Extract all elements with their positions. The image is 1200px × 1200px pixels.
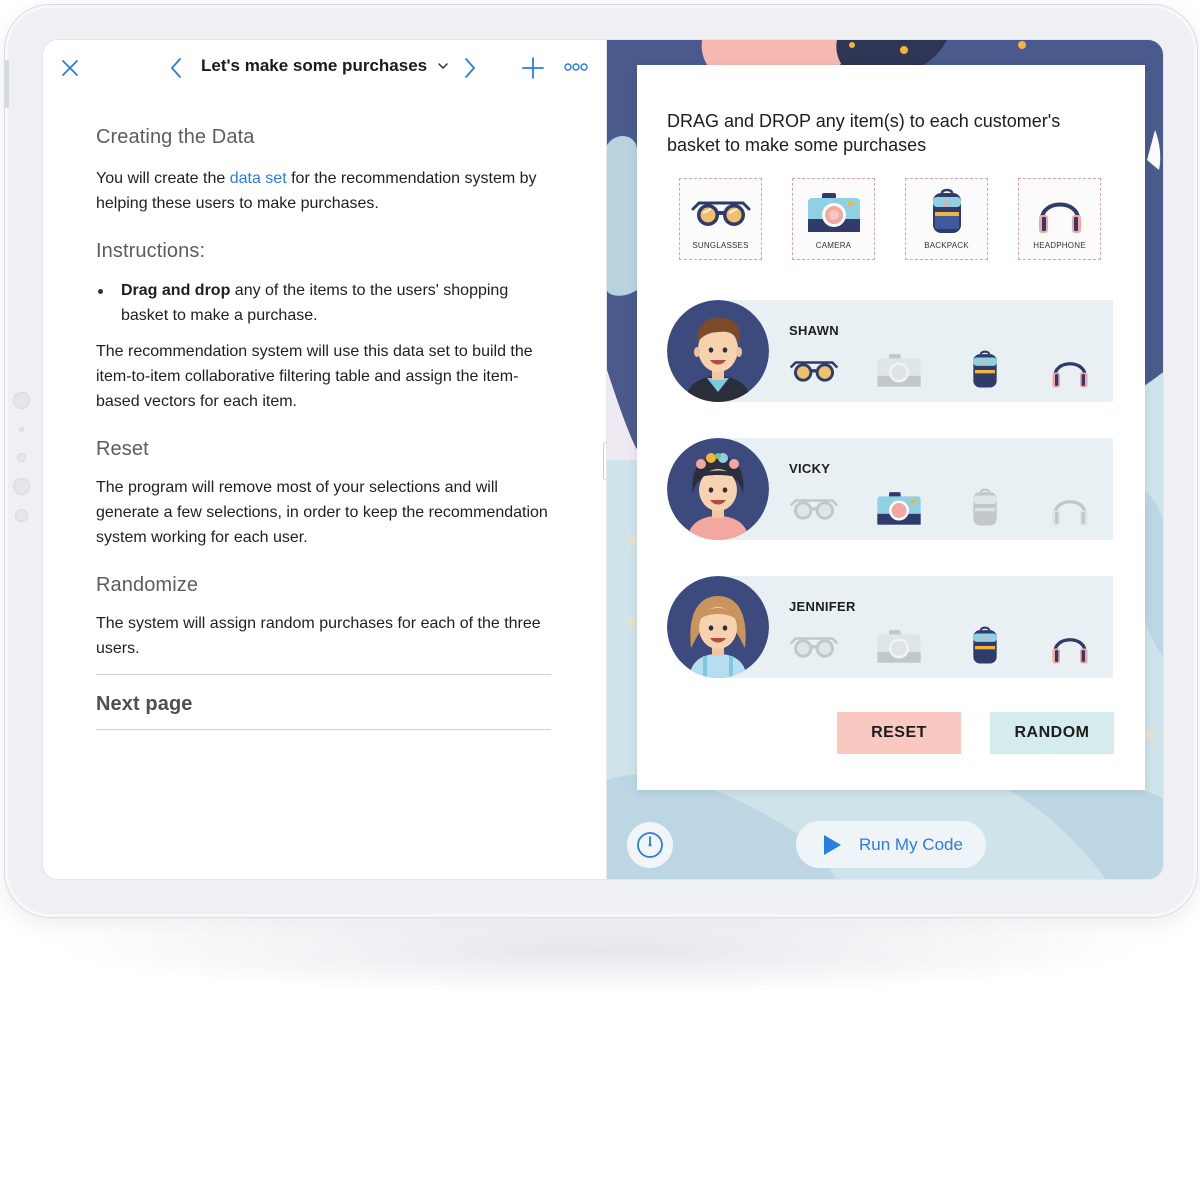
chevron-down-icon <box>438 63 448 70</box>
customer-name: VICKY <box>789 461 831 476</box>
basket-slot-backpack[interactable] <box>960 624 1010 668</box>
customer-name: SHAWN <box>789 323 839 338</box>
basket-slot-backpack[interactable] <box>960 348 1010 392</box>
device-sensor <box>13 478 30 495</box>
basket-slot-headphone[interactable] <box>1045 348 1095 392</box>
sunglasses-icon <box>789 499 839 520</box>
device-sensor <box>19 427 24 432</box>
lesson-pane: Let's make some purchases Creating the D… <box>43 40 606 879</box>
camera-icon <box>877 630 921 663</box>
chevron-left-icon[interactable] <box>169 57 183 79</box>
device-sensor <box>13 392 30 409</box>
paragraph: The system will assign random purchases … <box>96 615 541 657</box>
device-sensor <box>17 453 26 462</box>
more-icon[interactable] <box>564 62 588 72</box>
data-set-link[interactable]: data set <box>230 170 287 187</box>
widget-instruction: DRAG and DROP any item(s) to each custom… <box>667 111 1061 155</box>
lesson-content: Creating the Data You will create the da… <box>96 126 556 730</box>
item-camera[interactable]: CAMERA <box>792 178 875 260</box>
avatar-shawn <box>667 300 769 402</box>
customer-row-vicky: VICKY <box>667 438 1113 540</box>
section-heading: Reset <box>96 438 149 460</box>
divider <box>96 729 551 730</box>
headphone-icon <box>1052 362 1088 388</box>
plus-icon[interactable] <box>522 57 544 79</box>
section-heading: Creating the Data <box>96 126 255 148</box>
device-screen: Let's make some purchases Creating the D… <box>42 39 1164 880</box>
chevron-right-icon[interactable] <box>463 57 477 79</box>
section-heading: Instructions: <box>96 240 206 262</box>
close-icon[interactable] <box>61 59 79 77</box>
headphone-icon <box>1052 500 1088 526</box>
customer-row-shawn: SHAWN <box>667 300 1113 402</box>
speed-control-button[interactable] <box>627 822 673 868</box>
section-heading: Randomize <box>96 574 199 596</box>
sunglasses-icon <box>789 361 839 382</box>
backpack-icon <box>973 350 997 388</box>
basket-slot-headphone[interactable] <box>1045 624 1095 668</box>
speedometer-icon <box>637 832 663 858</box>
avatar-jennifer <box>667 576 769 678</box>
paragraph: You will create the data set for the rec… <box>96 170 537 212</box>
basket-slot-camera[interactable] <box>874 348 924 392</box>
recommendation-widget: DRAG and DROP any item(s) to each custom… <box>637 65 1145 790</box>
reset-button[interactable]: RESET <box>837 712 961 754</box>
basket-slot-camera[interactable] <box>874 624 924 668</box>
random-button[interactable]: RANDOM <box>990 712 1114 754</box>
customer-name: JENNIFER <box>789 599 856 614</box>
basket-slot-backpack[interactable] <box>960 486 1010 530</box>
basket-slot-headphone[interactable] <box>1045 486 1095 530</box>
paragraph: The program will remove most of your sel… <box>96 479 548 546</box>
run-my-code-button[interactable]: Run My Code <box>796 821 986 868</box>
avatar-vicky <box>667 438 769 540</box>
top-navbar: Let's make some purchases <box>43 40 606 96</box>
device-side-button <box>5 60 9 108</box>
live-view-pane: DRAG and DROP any item(s) to each custom… <box>606 40 1163 879</box>
item-label: SUNGLASSES <box>692 241 749 250</box>
next-page-link[interactable]: Next page <box>96 693 556 716</box>
device-shadow <box>60 905 1140 995</box>
item-label: CAMERA <box>815 241 852 250</box>
play-icon <box>824 835 841 855</box>
page-title-dropdown[interactable]: Let's make some purchases <box>201 56 448 76</box>
camera-icon <box>808 193 860 232</box>
list-item: Drag and drop any of the items to the us… <box>96 278 556 328</box>
backpack-icon <box>973 488 997 526</box>
basket-slot-sunglasses[interactable] <box>789 348 839 392</box>
item-label: BACKPACK <box>924 241 969 250</box>
headphone-icon <box>1039 202 1081 233</box>
headphone-icon <box>1052 638 1088 664</box>
item-backpack[interactable]: BACKPACK <box>905 178 988 260</box>
basket-slot-sunglasses[interactable] <box>789 486 839 530</box>
camera-icon <box>877 492 921 525</box>
page-title: Let's make some purchases <box>201 56 428 75</box>
item-sunglasses[interactable]: SUNGLASSES <box>679 178 762 260</box>
sunglasses-icon <box>789 637 839 658</box>
paragraph: The recommendation system will use this … <box>96 343 533 410</box>
sunglasses-icon <box>691 201 751 226</box>
divider <box>96 674 551 675</box>
basket-slot-sunglasses[interactable] <box>789 624 839 668</box>
backpack-icon <box>933 188 961 233</box>
device-sensor <box>15 509 28 522</box>
camera-icon <box>877 354 921 387</box>
item-headphone[interactable]: HEADPHONE <box>1018 178 1101 260</box>
customer-row-jennifer: JENNIFER <box>667 576 1113 678</box>
run-button-label: Run My Code <box>859 835 963 854</box>
item-label: HEADPHONE <box>1033 241 1086 250</box>
basket-slot-camera[interactable] <box>874 486 924 530</box>
backpack-icon <box>973 626 997 664</box>
